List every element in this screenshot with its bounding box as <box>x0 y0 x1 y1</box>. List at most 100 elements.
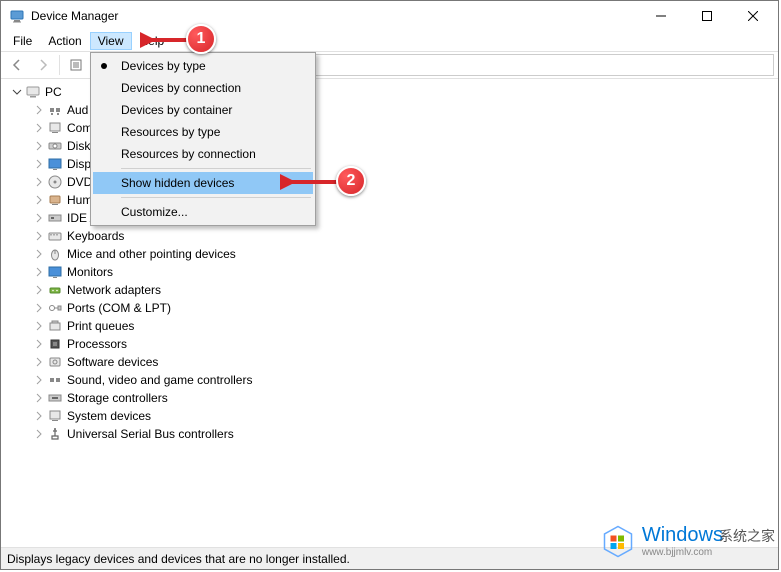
chevron-right-icon[interactable] <box>33 194 45 206</box>
menu-resources-by-connection[interactable]: Resources by connection <box>93 143 313 165</box>
chevron-right-icon[interactable] <box>33 374 45 386</box>
menu-item-label: Devices by connection <box>121 81 241 95</box>
device-category-icon <box>47 390 63 406</box>
device-category-icon <box>47 426 63 442</box>
tree-item[interactable]: Ports (COM & LPT) <box>19 299 778 317</box>
chevron-right-icon[interactable] <box>33 428 45 440</box>
tree-item[interactable]: Software devices <box>19 353 778 371</box>
menu-devices-by-container[interactable]: Devices by container <box>93 99 313 121</box>
menu-resources-by-type[interactable]: Resources by type <box>93 121 313 143</box>
menu-item-label: Devices by container <box>121 103 232 117</box>
chevron-right-icon[interactable] <box>33 176 45 188</box>
chevron-right-icon[interactable] <box>33 158 45 170</box>
chevron-right-icon[interactable] <box>33 212 45 224</box>
tree-item[interactable]: Universal Serial Bus controllers <box>19 425 778 443</box>
tree-item[interactable]: System devices <box>19 407 778 425</box>
toolbar-separator <box>59 55 60 75</box>
tree-item[interactable]: Monitors <box>19 263 778 281</box>
chevron-right-icon[interactable] <box>33 266 45 278</box>
device-category-icon <box>47 210 63 226</box>
menu-separator <box>121 197 311 198</box>
menu-customize[interactable]: Customize... <box>93 201 313 223</box>
minimize-button[interactable] <box>638 1 684 31</box>
tree-item-label: Mice and other pointing devices <box>67 247 236 261</box>
device-category-icon <box>47 120 63 136</box>
tree-item-label: System devices <box>67 409 151 423</box>
menu-action[interactable]: Action <box>40 32 89 50</box>
tree-item-label: Network adapters <box>67 283 161 297</box>
tree-item[interactable]: Processors <box>19 335 778 353</box>
callout-arrow-1 <box>140 30 190 50</box>
app-icon <box>9 8 25 24</box>
device-category-icon <box>47 264 63 280</box>
maximize-button[interactable] <box>684 1 730 31</box>
pc-icon <box>25 84 41 100</box>
tree-item-label: DVD <box>67 175 92 189</box>
tree-item[interactable]: Keyboards <box>19 227 778 245</box>
tree-item[interactable]: Print queues <box>19 317 778 335</box>
chevron-right-icon[interactable] <box>33 338 45 350</box>
forward-button[interactable] <box>31 54 55 76</box>
device-category-icon <box>47 174 63 190</box>
tree-item-label: Hum <box>67 193 92 207</box>
chevron-right-icon[interactable] <box>33 248 45 260</box>
tree-item-label: Aud <box>67 103 88 117</box>
tree-item-label: Keyboards <box>67 229 124 243</box>
tree-item[interactable]: Mice and other pointing devices <box>19 245 778 263</box>
chevron-right-icon[interactable] <box>33 320 45 332</box>
close-button[interactable] <box>730 1 776 31</box>
chevron-right-icon[interactable] <box>33 122 45 134</box>
tree-item-label: Software devices <box>67 355 158 369</box>
callout-badge-1: 1 <box>186 24 216 54</box>
chevron-right-icon[interactable] <box>33 392 45 404</box>
tree-item[interactable]: Sound, video and game controllers <box>19 371 778 389</box>
tree-item-label: Monitors <box>67 265 113 279</box>
bullet-icon <box>101 63 107 69</box>
callout-number: 2 <box>347 172 356 190</box>
tree-item-label: Processors <box>67 337 127 351</box>
statusbar: Displays legacy devices and devices that… <box>1 547 778 569</box>
menu-item-label: Resources by connection <box>121 147 256 161</box>
device-category-icon <box>47 354 63 370</box>
tree-item[interactable]: Storage controllers <box>19 389 778 407</box>
menu-item-label: Customize... <box>121 205 188 219</box>
menu-file[interactable]: File <box>5 32 40 50</box>
device-category-icon <box>47 192 63 208</box>
menubar: File Action View Help <box>1 31 778 51</box>
device-category-icon <box>47 300 63 316</box>
tree-item[interactable]: Network adapters <box>19 281 778 299</box>
expand-icon[interactable] <box>11 86 23 98</box>
device-category-icon <box>47 102 63 118</box>
back-button[interactable] <box>5 54 29 76</box>
tree-root-label: PC <box>45 85 62 99</box>
callout-badge-2: 2 <box>336 166 366 196</box>
chevron-right-icon[interactable] <box>33 302 45 314</box>
tree-item-label: Universal Serial Bus controllers <box>67 427 234 441</box>
menu-devices-by-type[interactable]: Devices by type <box>93 55 313 77</box>
chevron-right-icon[interactable] <box>33 284 45 296</box>
tree-item-label: Ports (COM & LPT) <box>67 301 171 315</box>
tree-item-label: Disp <box>67 157 91 171</box>
device-category-icon <box>47 228 63 244</box>
device-category-icon <box>47 156 63 172</box>
chevron-right-icon[interactable] <box>33 140 45 152</box>
window-title: Device Manager <box>31 9 638 23</box>
chevron-right-icon[interactable] <box>33 104 45 116</box>
statusbar-text: Displays legacy devices and devices that… <box>7 552 350 566</box>
menu-devices-by-connection[interactable]: Devices by connection <box>93 77 313 99</box>
device-category-icon <box>47 318 63 334</box>
chevron-right-icon[interactable] <box>33 356 45 368</box>
window-controls <box>638 1 776 31</box>
device-category-icon <box>47 336 63 352</box>
tree-item-label: Storage controllers <box>67 391 168 405</box>
menu-view[interactable]: View <box>90 32 132 50</box>
chevron-right-icon[interactable] <box>33 230 45 242</box>
menu-item-label: Devices by type <box>121 59 206 73</box>
callout-arrow-2 <box>280 172 340 192</box>
menu-separator <box>121 168 311 169</box>
device-category-icon <box>47 282 63 298</box>
chevron-right-icon[interactable] <box>33 410 45 422</box>
properties-button[interactable] <box>64 54 88 76</box>
view-dropdown: Devices by type Devices by connection De… <box>90 52 316 226</box>
device-category-icon <box>47 408 63 424</box>
